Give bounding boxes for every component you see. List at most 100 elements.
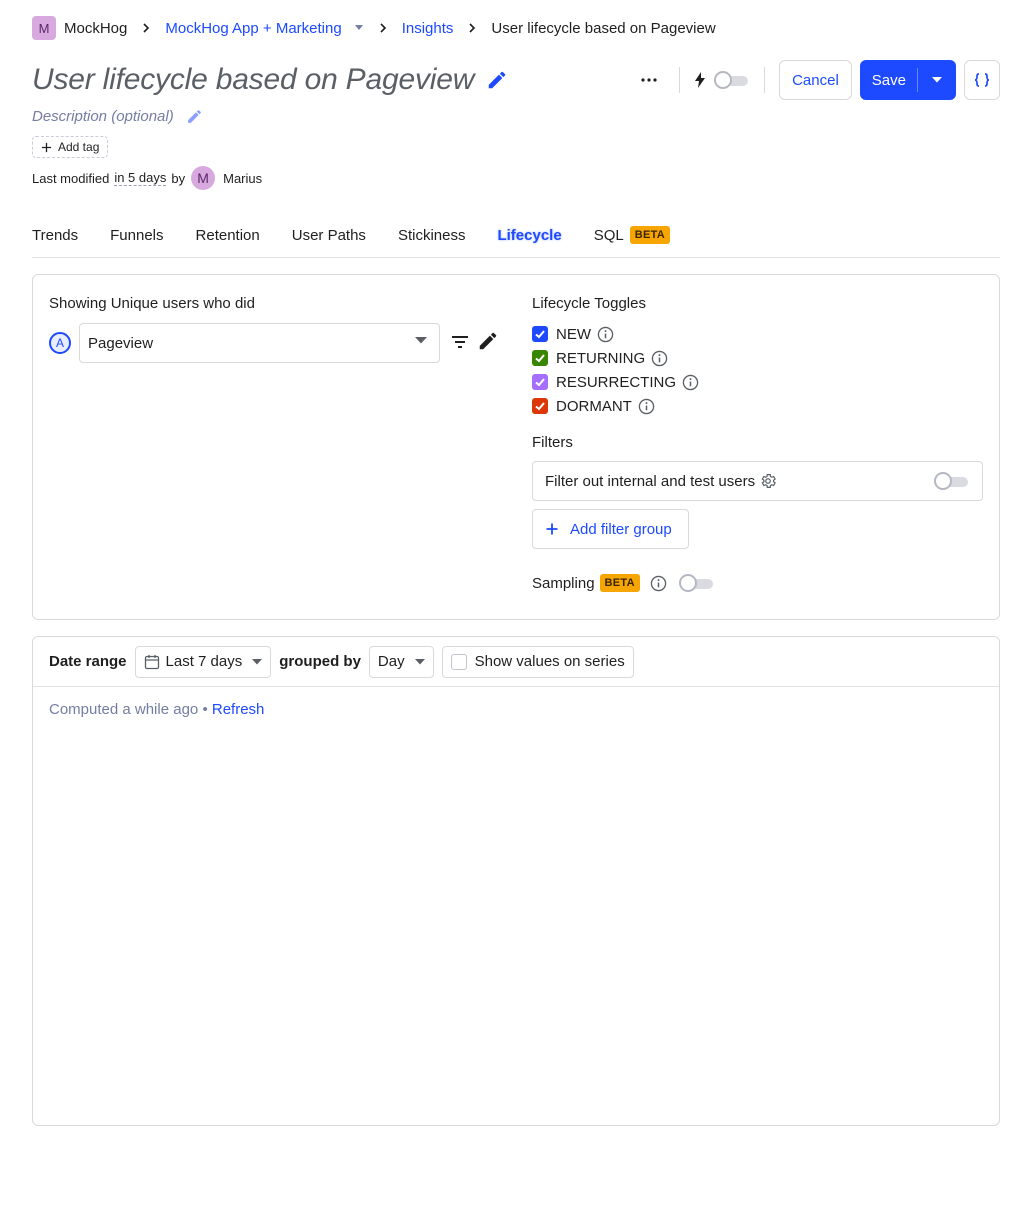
internal-users-filter: Filter out internal and test users: [532, 461, 983, 501]
add-tag-label: Add tag: [58, 140, 100, 154]
results-toolbar: Date range Last 7 days grouped by Day Sh…: [33, 637, 999, 687]
code-button[interactable]: [964, 60, 1000, 100]
query-panel: Showing Unique users who did A Pageview …: [32, 274, 1000, 620]
info-icon[interactable]: [597, 326, 614, 343]
internal-users-toggle[interactable]: [934, 471, 970, 491]
avatar: M: [191, 166, 216, 190]
tab-stickiness[interactable]: Stickiness: [398, 216, 466, 254]
info-icon[interactable]: [651, 350, 668, 367]
last-modified-time: in 5 days: [114, 170, 167, 186]
braces-icon: [974, 72, 990, 88]
show-values-checkbox[interactable]: Show values on series: [441, 645, 634, 678]
header-actions: Cancel Save: [633, 60, 1000, 100]
calendar-icon: [144, 654, 160, 670]
chevron-right-icon: [467, 23, 477, 33]
sampling-row: Sampling BETA: [532, 571, 983, 595]
lifecycle-toggles-heading: Lifecycle Toggles: [532, 295, 646, 312]
description-placeholder[interactable]: Description (optional): [32, 108, 174, 125]
info-icon[interactable]: [650, 575, 667, 592]
plus-icon: [41, 142, 52, 153]
beta-badge: BETA: [599, 574, 640, 592]
refresh-link[interactable]: Refresh: [212, 701, 265, 718]
insight-title[interactable]: User lifecycle based on Pageview: [32, 63, 474, 97]
more-button[interactable]: [633, 64, 665, 96]
checkbox-checked-icon[interactable]: [532, 326, 548, 342]
sampling-label: Sampling: [532, 574, 595, 592]
pencil-icon[interactable]: [477, 330, 499, 352]
checkbox-unchecked-icon[interactable]: [450, 653, 467, 670]
lifecycle-toggle-returning[interactable]: RETURNING: [532, 346, 983, 370]
insight-title-row: User lifecycle based on Pageview: [32, 60, 508, 100]
sampling-toggle[interactable]: [678, 573, 715, 593]
computed-status: Computed a while ago • Refresh: [49, 701, 264, 718]
lifecycle-toggle-label: RETURNING: [556, 349, 646, 367]
add-filter-group-label: Add filter group: [570, 520, 672, 538]
lifecycle-toggle-label: RESURRECTING: [556, 373, 677, 391]
filter-icon[interactable]: [449, 331, 471, 353]
show-values-label: Show values on series: [474, 653, 625, 670]
cancel-button[interactable]: Cancel: [779, 60, 852, 100]
date-range-select[interactable]: Last 7 days: [134, 645, 272, 678]
lifecycle-toggle-new[interactable]: NEW: [532, 322, 983, 346]
info-icon[interactable]: [682, 374, 699, 391]
tab-user-paths[interactable]: User Paths: [292, 216, 366, 254]
breadcrumb-org[interactable]: MockHog: [64, 20, 127, 37]
by-label: by: [171, 170, 186, 186]
last-modified: Last modified in 5 days by M Marius: [32, 166, 262, 190]
pencil-icon[interactable]: [486, 69, 508, 91]
tab-sql[interactable]: SQL BETA: [593, 216, 671, 254]
tab-funnels[interactable]: Funnels: [110, 216, 163, 254]
divider: [764, 67, 766, 93]
divider: [679, 67, 681, 93]
lifecycle-toggle-resurrecting[interactable]: RESURRECTING: [532, 370, 983, 394]
date-range-value: Last 7 days: [165, 653, 243, 670]
insight-description-row: Description (optional): [32, 104, 203, 128]
tab-sql-label: SQL: [593, 226, 624, 244]
date-range-label: Date range: [49, 653, 127, 670]
series-heading: Showing Unique users who did: [49, 295, 255, 312]
checkbox-checked-icon[interactable]: [532, 374, 548, 390]
breadcrumb: M MockHog MockHog App + Marketing Insigh…: [32, 16, 716, 40]
internal-users-filter-label: Filter out internal and test users: [545, 472, 756, 490]
lifecycle-toggle-dormant[interactable]: DORMANT: [532, 394, 983, 418]
checkbox-checked-icon[interactable]: [532, 398, 548, 414]
pencil-icon[interactable]: [186, 108, 203, 125]
chevron-right-icon: [378, 23, 388, 33]
autoload-toggle[interactable]: [714, 70, 750, 90]
caret-down-icon[interactable]: [354, 25, 364, 31]
lifecycle-toggle-label: NEW: [556, 325, 591, 343]
save-button[interactable]: Save: [860, 68, 918, 92]
breadcrumb-insights[interactable]: Insights: [402, 20, 454, 37]
chevron-right-icon: [141, 23, 151, 33]
caret-down-icon: [252, 658, 263, 665]
insight-type-tabs: Trends Funnels Retention User Paths Stic…: [32, 216, 1000, 258]
gear-icon[interactable]: [759, 472, 777, 490]
last-modified-label: Last modified: [32, 170, 110, 186]
more-horizontal-icon: [641, 78, 657, 82]
separator: •: [202, 701, 208, 718]
breadcrumb-project[interactable]: MockHog App + Marketing: [165, 20, 341, 37]
checkbox-checked-icon[interactable]: [532, 350, 548, 366]
lifecycle-settings: Lifecycle Toggles NEW RETURNING RESURREC…: [532, 295, 983, 595]
tab-retention[interactable]: Retention: [196, 216, 260, 254]
series-letter: A: [49, 332, 71, 354]
beta-badge: BETA: [629, 226, 671, 244]
interval-value: Day: [377, 653, 405, 670]
info-icon[interactable]: [638, 398, 655, 415]
save-options-button[interactable]: [918, 60, 956, 100]
breadcrumb-current: User lifecycle based on Pageview: [491, 19, 716, 37]
interval-select[interactable]: Day: [368, 645, 434, 678]
results-card: Date range Last 7 days grouped by Day Sh…: [32, 636, 1000, 1126]
filters-heading: Filters: [532, 434, 573, 451]
org-avatar[interactable]: M: [32, 16, 56, 40]
event-select[interactable]: Pageview: [79, 323, 440, 363]
add-filter-group-button[interactable]: Add filter group: [532, 509, 689, 549]
lifecycle-toggle-label: DORMANT: [556, 397, 632, 415]
caret-down-icon: [415, 337, 427, 344]
tab-lifecycle[interactable]: Lifecycle: [497, 216, 561, 254]
tab-trends[interactable]: Trends: [32, 216, 78, 254]
lifecycle-toggle-list: NEW RETURNING RESURRECTING DORMANT: [532, 322, 983, 418]
add-tag-button[interactable]: Add tag: [32, 136, 109, 158]
author-name: Marius: [223, 170, 263, 186]
lightning-icon: [694, 72, 706, 88]
